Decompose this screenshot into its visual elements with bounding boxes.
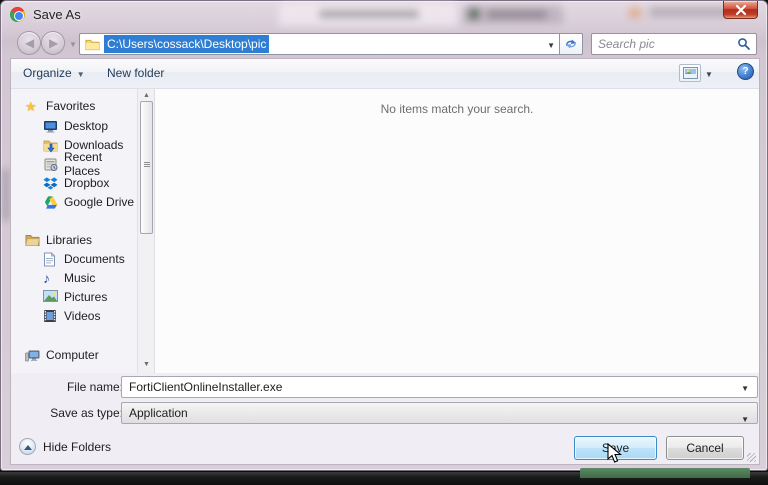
chevron-down-icon: ▼: [77, 70, 85, 79]
cancel-button[interactable]: Cancel: [666, 436, 744, 460]
address-bar[interactable]: C:\Users\cossack\Desktop\pic ▼: [79, 33, 559, 55]
pictures-icon: [43, 290, 58, 305]
sidebar-section-computer[interactable]: Computer: [25, 346, 99, 364]
organize-label: Organize: [23, 66, 72, 80]
search-box[interactable]: [591, 33, 757, 55]
desktop-icon: [43, 119, 58, 134]
close-button[interactable]: [723, 1, 758, 19]
sidebar-item-music[interactable]: ♪ Music: [43, 269, 95, 287]
sidebar-section-favorites[interactable]: ★ Favorites: [25, 97, 95, 115]
documents-icon: [43, 252, 58, 267]
videos-icon: [43, 309, 58, 324]
refresh-icon: [564, 37, 578, 51]
hide-folders-label: Hide Folders: [43, 440, 111, 454]
navigation-pane: ★ Favorites Desktop Downloads: [11, 89, 137, 373]
downloads-icon: [43, 138, 58, 153]
empty-search-message: No items match your search.: [155, 102, 759, 116]
forward-arrow-icon: ▶: [49, 36, 58, 50]
sidebar-item-label: Documents: [64, 252, 125, 266]
sidebar-section-libraries[interactable]: Libraries: [25, 231, 92, 249]
sidebar-item-label: Pictures: [64, 290, 107, 304]
views-icon: [683, 67, 698, 79]
google-drive-icon: [43, 195, 58, 210]
sidebar-section-label: Libraries: [46, 233, 92, 247]
sidebar-item-label: Desktop: [64, 119, 108, 133]
dialog-footer: Hide Folders Save Cancel: [11, 431, 759, 465]
music-icon: ♪: [43, 271, 58, 286]
computer-icon: [25, 348, 40, 363]
file-listing: ★ Favorites Desktop Downloads: [11, 89, 759, 373]
sidebar-item-videos[interactable]: Videos: [43, 307, 100, 325]
sidebar-item-pictures[interactable]: Pictures: [43, 288, 107, 306]
file-name-label: File name:: [18, 380, 123, 394]
refresh-button[interactable]: [559, 33, 583, 55]
sidebar-item-desktop[interactable]: Desktop: [43, 117, 108, 135]
sidebar-item-dropbox[interactable]: Dropbox: [43, 174, 109, 192]
mouse-cursor: [606, 443, 628, 465]
sidebar-item-google-drive[interactable]: Google Drive: [43, 193, 134, 211]
save-type-row: Save as type: Application ▼: [11, 402, 759, 424]
sidebar-scrollbar[interactable]: ▲ ▼: [137, 89, 154, 373]
file-name-combo[interactable]: ▼: [121, 376, 758, 398]
title-bar[interactable]: Save As: [1, 1, 768, 29]
window-title: Save As: [33, 7, 81, 22]
navigation-bar: ◀ ▶ ▼ C:\Users\cossack\Desktop\pic ▼: [1, 29, 768, 59]
save-type-value: Application: [129, 406, 188, 420]
file-name-dropdown-icon[interactable]: ▼: [741, 384, 749, 393]
taskbar-progress-green: [580, 468, 750, 478]
sidebar-section-label: Computer: [46, 348, 99, 362]
save-type-dropdown-icon[interactable]: ▼: [741, 410, 749, 430]
save-type-select[interactable]: Application ▼: [121, 402, 758, 424]
chevron-up-icon: [19, 438, 36, 455]
back-arrow-icon: ◀: [25, 36, 34, 50]
hide-folders-button[interactable]: Hide Folders: [19, 438, 111, 455]
scroll-down-icon[interactable]: ▼: [139, 358, 154, 371]
recent-places-icon: [43, 157, 58, 172]
address-path[interactable]: C:\Users\cossack\Desktop\pic: [104, 35, 269, 53]
views-button[interactable]: [679, 64, 701, 82]
organize-menu-button[interactable]: Organize ▼: [23, 66, 85, 80]
help-button[interactable]: ?: [737, 63, 754, 80]
sidebar-item-label: Videos: [64, 309, 100, 323]
libraries-icon: [25, 233, 40, 248]
forward-button[interactable]: ▶: [41, 31, 65, 55]
dialog-body: Organize ▼ New folder ▼ ? ★ Favorites: [10, 58, 760, 465]
background-smudge: [2, 169, 10, 221]
save-type-label: Save as type:: [18, 406, 123, 420]
sidebar-item-label: Dropbox: [64, 176, 109, 190]
back-button[interactable]: ◀: [17, 31, 41, 55]
close-icon: [735, 4, 747, 16]
search-icon[interactable]: [737, 37, 751, 51]
resize-grip[interactable]: [747, 453, 756, 462]
views-dropdown-icon[interactable]: ▼: [705, 70, 713, 79]
command-bar: Organize ▼ New folder ▼ ?: [11, 59, 759, 89]
sidebar-item-documents[interactable]: Documents: [43, 250, 125, 268]
save-as-dialog: Save As ◀ ▶ ▼ C:\Users\cossack\Desktop\p…: [0, 0, 768, 471]
scrollbar-thumb[interactable]: [140, 101, 153, 234]
sidebar-section-label: Favorites: [46, 99, 95, 113]
file-name-input[interactable]: [129, 379, 729, 395]
recent-pages-dropdown[interactable]: ▼: [69, 40, 77, 49]
file-list-pane[interactable]: No items match your search.: [154, 89, 759, 373]
address-dropdown-icon[interactable]: ▼: [547, 41, 555, 50]
new-folder-button[interactable]: New folder: [107, 66, 164, 80]
star-icon: ★: [25, 99, 40, 114]
sidebar-item-recent-places[interactable]: Recent Places: [43, 155, 137, 173]
sidebar-item-label: Music: [64, 271, 95, 285]
dropbox-icon: [43, 176, 58, 191]
sidebar-item-label: Google Drive: [64, 195, 134, 209]
chrome-logo-icon: [10, 7, 25, 22]
search-input[interactable]: [598, 36, 728, 52]
folder-icon: [85, 38, 100, 51]
file-name-row: File name: ▼: [11, 376, 759, 398]
